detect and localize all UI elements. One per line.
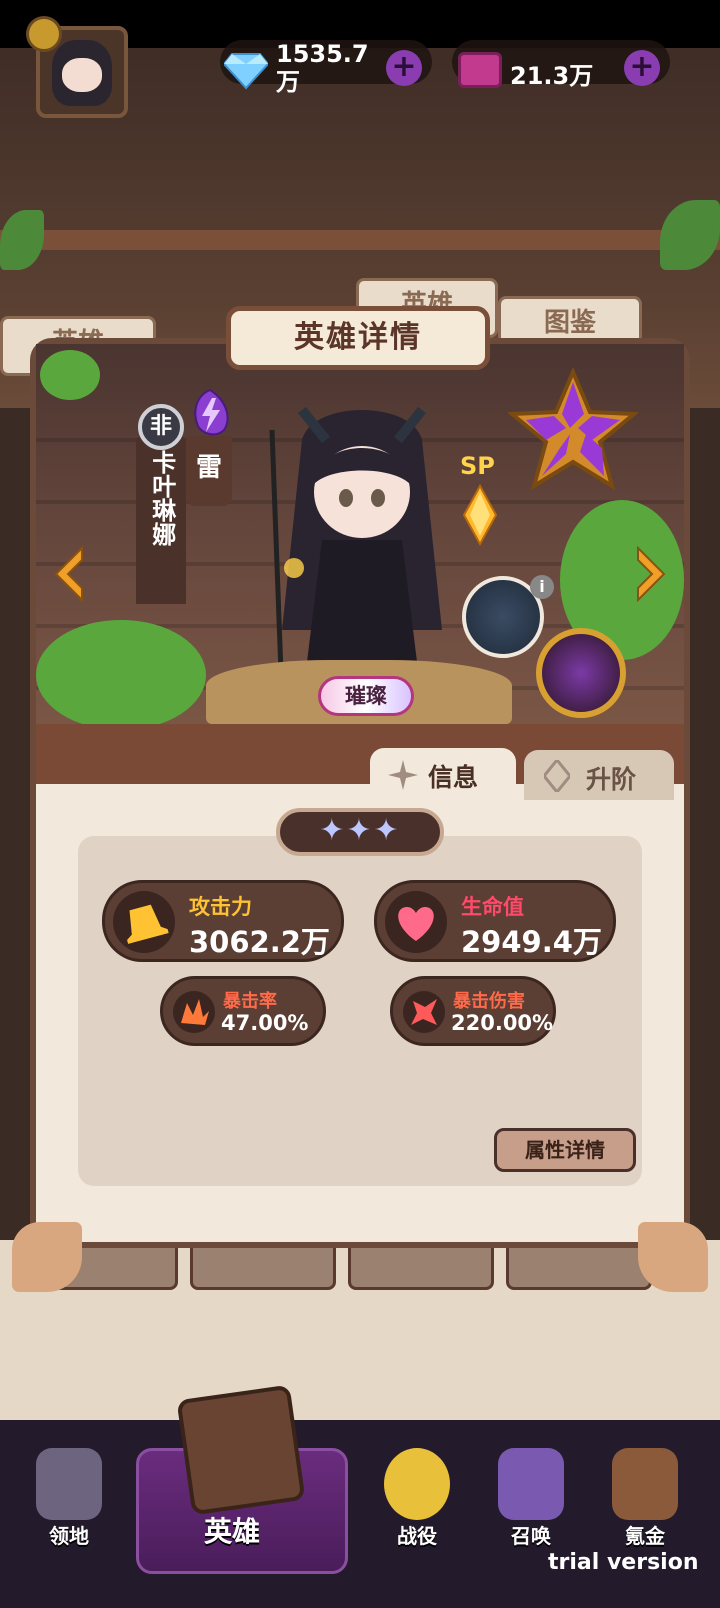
- sparkle-icon: [388, 760, 418, 790]
- crit-burst-icon: [173, 991, 215, 1033]
- next-hero-arrow-icon[interactable]: [634, 546, 668, 602]
- hp-value: 2949.4万: [461, 925, 602, 959]
- equipment-skill-icon[interactable]: [536, 628, 626, 718]
- grade-label: SP: [460, 452, 495, 480]
- hp-stat: 生命值 2949.4万: [374, 880, 616, 962]
- skill-info-icon[interactable]: i: [530, 575, 554, 599]
- castle-icon: [36, 1448, 102, 1520]
- nav-campaign[interactable]: 战役: [362, 1436, 472, 1566]
- rarity-badge: 非: [138, 404, 184, 450]
- sp-crystal-icon: [462, 484, 498, 546]
- level-ring-icon: [26, 16, 62, 52]
- add-tickets-button[interactable]: +: [624, 50, 660, 86]
- treasure-chest-icon: [612, 1448, 678, 1520]
- nav-summon[interactable]: 召唤: [476, 1436, 586, 1566]
- crit-rate-stat: 暴击率 47.00%: [160, 976, 326, 1046]
- hero-name-banner: 卡叶琳娜: [136, 436, 186, 604]
- star-rank-badge-icon[interactable]: [508, 368, 638, 498]
- add-gems-button[interactable]: +: [386, 50, 422, 86]
- bush-decoration: [36, 620, 206, 730]
- panel-title: 英雄详情: [226, 306, 490, 370]
- nav-heroes-label: 英雄: [204, 1515, 261, 1548]
- tickets-value: 21.3万: [510, 62, 594, 90]
- crit-rate-value: 47.00%: [221, 1011, 309, 1035]
- book-icon: [176, 1384, 306, 1516]
- crit-rate-label: 暴击率: [223, 991, 277, 1012]
- attribute-details-button[interactable]: 属性详情: [494, 1128, 636, 1172]
- tab-upgrade[interactable]: 升阶: [524, 750, 674, 800]
- watermark: trial version: [548, 1550, 699, 1575]
- ticket-icon: [458, 52, 502, 88]
- background-shelf: [0, 230, 720, 250]
- nav-territory[interactable]: 领地: [14, 1436, 124, 1566]
- scroll-curl-right: [638, 1222, 708, 1292]
- scroll-curl-left: [12, 1222, 82, 1292]
- star-level: ✦✦✦: [276, 808, 444, 856]
- quality-badge: 璀璨: [318, 676, 414, 716]
- crystal-outline-icon: [544, 760, 570, 792]
- nav-shop[interactable]: 氪金: [590, 1436, 700, 1566]
- attack-label: 攻击力: [189, 895, 252, 919]
- hp-label: 生命值: [461, 895, 524, 919]
- attack-bell-icon: [113, 891, 175, 953]
- crit-shatter-icon: [403, 991, 445, 1033]
- chick-knight-icon: [384, 1448, 450, 1520]
- gems-value: 1535.7万: [276, 40, 369, 96]
- bush-decoration: [40, 350, 100, 400]
- tab-info[interactable]: 信息: [370, 748, 516, 800]
- attack-value: 3062.2万: [189, 925, 330, 959]
- crit-damage-stat: 暴击伤害 220.00%: [390, 976, 556, 1046]
- prev-hero-arrow-icon[interactable]: [52, 546, 86, 602]
- tab-upgrade-label: 升阶: [586, 765, 637, 794]
- tab-info-label: 信息: [428, 763, 479, 792]
- crit-damage-label: 暴击伤害: [453, 991, 525, 1012]
- diamond-icon: [224, 53, 268, 90]
- element-banner: 雷: [186, 436, 232, 506]
- lightning-element-icon: [194, 388, 229, 436]
- attack-stat: 攻击力 3062.2万: [102, 880, 344, 962]
- crit-damage-value: 220.00%: [451, 1011, 554, 1035]
- heart-icon: [385, 891, 447, 953]
- summon-book-icon: [498, 1448, 564, 1520]
